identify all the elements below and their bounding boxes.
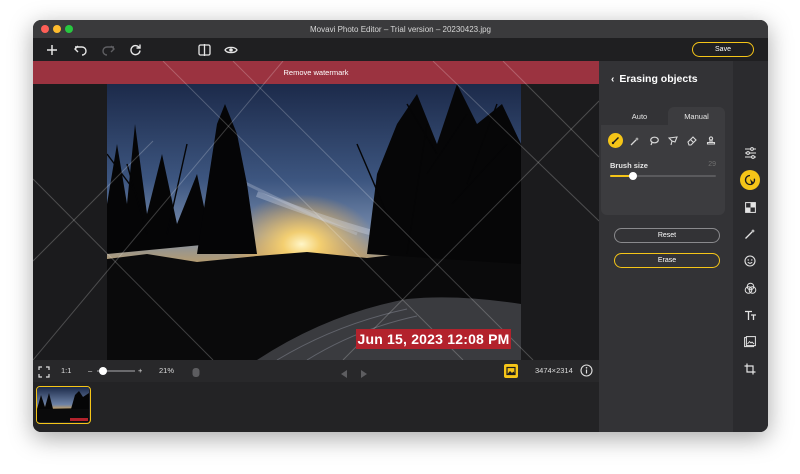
eraser-icon[interactable] bbox=[684, 133, 699, 148]
close-window-button[interactable] bbox=[41, 25, 49, 33]
fit-screen-icon[interactable] bbox=[38, 365, 50, 378]
zoom-slider-knob[interactable] bbox=[98, 367, 107, 375]
rotate-icon[interactable] bbox=[126, 41, 144, 58]
preview-eye-icon[interactable] bbox=[222, 41, 240, 58]
actual-size-button[interactable]: 1:1 bbox=[61, 366, 71, 375]
minimize-window-button[interactable] bbox=[53, 25, 61, 33]
filters-icon[interactable] bbox=[740, 278, 760, 298]
zoom-out-button[interactable]: – bbox=[88, 366, 92, 375]
back-chevron-icon[interactable]: ‹ bbox=[611, 74, 614, 85]
redo-icon[interactable] bbox=[99, 41, 117, 58]
text-icon[interactable] bbox=[740, 305, 760, 325]
photo-image[interactable] bbox=[107, 84, 521, 360]
brush-size-slider[interactable] bbox=[610, 172, 716, 180]
tools-rail bbox=[733, 61, 768, 432]
date-stamp-selection[interactable]: Jun 15, 2023 12:08 PM bbox=[356, 329, 511, 349]
manual-tools-box: Brush size 29 bbox=[601, 125, 725, 215]
prev-image-icon[interactable] bbox=[339, 366, 349, 378]
replace-background-icon[interactable] bbox=[740, 197, 760, 217]
next-image-icon[interactable] bbox=[359, 366, 369, 378]
adjust-sliders-icon[interactable] bbox=[740, 143, 760, 163]
crop-icon[interactable] bbox=[740, 359, 760, 379]
canvas-bottom-bar: 1:1 – + 21% 3474×2314 bbox=[33, 360, 599, 382]
window-title: Movavi Photo Editor – Trial version – 20… bbox=[310, 24, 491, 34]
mode-tabs: Auto Manual bbox=[611, 107, 725, 125]
filmstrip-thumbnail[interactable] bbox=[36, 386, 91, 424]
undo-icon[interactable] bbox=[71, 41, 89, 58]
brush-icon[interactable] bbox=[608, 133, 623, 148]
compare-icon[interactable] bbox=[195, 41, 213, 58]
panel-title: Erasing objects bbox=[619, 73, 698, 85]
zoom-slider[interactable] bbox=[97, 367, 135, 375]
app-window: Movavi Photo Editor – Trial version – 20… bbox=[33, 20, 768, 432]
title-bar: Movavi Photo Editor – Trial version – 20… bbox=[33, 20, 768, 38]
panel-header: ‹ Erasing objects bbox=[611, 73, 698, 85]
tab-auto[interactable]: Auto bbox=[611, 107, 668, 125]
erasing-objects-panel: ‹ Erasing objects Auto Manual Brush size… bbox=[599, 61, 733, 432]
image-info-toggle-icon[interactable] bbox=[504, 364, 518, 378]
top-toolbar: Save bbox=[33, 38, 768, 61]
brush-size-value: 29 bbox=[708, 161, 716, 168]
reset-button[interactable]: Reset bbox=[614, 228, 720, 243]
object-removal-icon[interactable] bbox=[740, 170, 760, 190]
zoom-percentage: 21% bbox=[159, 366, 175, 375]
zoom-in-button[interactable]: + bbox=[138, 366, 142, 375]
retouch-face-icon[interactable] bbox=[740, 251, 760, 271]
magic-enhance-icon[interactable] bbox=[740, 224, 760, 244]
insert-image-icon[interactable] bbox=[740, 332, 760, 352]
filmstrip bbox=[33, 382, 599, 432]
tab-manual[interactable]: Manual bbox=[668, 107, 725, 125]
lasso-icon[interactable] bbox=[646, 133, 661, 148]
image-dimensions: 3474×2314 bbox=[535, 366, 573, 375]
hand-tool-icon[interactable] bbox=[191, 365, 201, 377]
polygon-lasso-icon[interactable] bbox=[665, 133, 680, 148]
remove-watermark-banner[interactable]: Remove watermark bbox=[33, 61, 599, 84]
zoom-window-button[interactable] bbox=[65, 25, 73, 33]
stamp-icon[interactable] bbox=[703, 133, 718, 148]
info-icon[interactable] bbox=[580, 364, 593, 377]
save-button[interactable]: Save bbox=[692, 42, 754, 57]
image-canvas[interactable]: Remove watermark Jun 15, 2023 12:08 PM bbox=[33, 61, 599, 360]
erase-button[interactable]: Erase bbox=[614, 253, 720, 268]
add-icon[interactable] bbox=[43, 41, 61, 58]
magic-wand-icon[interactable] bbox=[627, 133, 642, 148]
brush-size-label: Brush size bbox=[610, 161, 648, 170]
brush-size-slider-knob[interactable] bbox=[629, 172, 638, 180]
